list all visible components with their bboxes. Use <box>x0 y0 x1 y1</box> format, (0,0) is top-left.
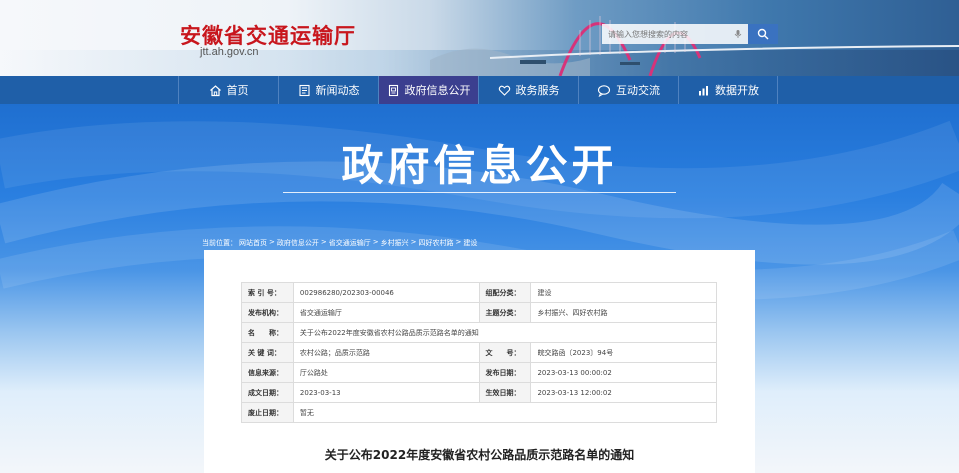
nav-label: 互动交流 <box>616 84 660 97</box>
breadcrumb-item[interactable]: 乡村振兴 <box>381 238 409 248</box>
main-nav: 首页 新闻动态 政府信息公开 政务服务 互动交流 数据开放 <box>0 76 959 104</box>
table-row: 名 称： 关于公布2022年度安徽省农村公路品质示范路名单的通知 <box>241 322 718 343</box>
meta-key: 生效日期： <box>478 382 532 403</box>
table-row: 关 键 词： 农村公路；品质示范路 文 号： 皖交路函〔2023〕94号 <box>241 342 717 363</box>
meta-key: 名 称： <box>241 322 294 343</box>
nav-item-gov-info[interactable]: 政府信息公开 <box>378 76 478 104</box>
breadcrumb-item[interactable]: 省交通运输厅 <box>329 238 371 248</box>
nav-label: 政务服务 <box>515 84 560 97</box>
meta-value: 建设 <box>530 282 717 303</box>
meta-value: 农村公路；品质示范路 <box>292 342 480 363</box>
breadcrumb-prefix: 当前位置： <box>202 239 237 247</box>
breadcrumb-separator: > <box>320 238 327 246</box>
site-url: jtt.ah.gov.cn <box>200 46 259 58</box>
meta-key: 主题分类： <box>478 302 532 323</box>
nav-item-interaction[interactable]: 互动交流 <box>578 76 678 104</box>
breadcrumb-item[interactable]: 网站首页 <box>239 238 267 248</box>
microphone-icon[interactable] <box>730 26 746 42</box>
breadcrumb: 当前位置： 网站首页 > 政府信息公开 > 省交通运输厅 > 乡村振兴 > 四好… <box>202 238 477 248</box>
nav-label: 首页 <box>226 84 249 97</box>
document-meta-table: 索 引 号： 002986280/202303-00046 组配分类： 建设 发… <box>241 282 718 423</box>
meta-key: 文 号： <box>478 342 532 363</box>
meta-key: 组配分类： <box>478 282 532 303</box>
meta-value: 皖交路函〔2023〕94号 <box>530 342 717 363</box>
nav-item-services[interactable]: 政务服务 <box>478 76 578 104</box>
breadcrumb-separator: > <box>455 238 462 246</box>
document-icon <box>388 84 398 96</box>
table-row: 废止日期： 暂无 <box>241 402 718 423</box>
breadcrumb-item[interactable]: 四好农村路 <box>419 238 454 248</box>
nav-item-home[interactable]: 首页 <box>178 76 278 104</box>
site-header: 安徽省交通运输厅 jtt.ah.gov.cn <box>0 0 959 76</box>
nav-item-news[interactable]: 新闻动态 <box>278 76 378 104</box>
nav-label: 新闻动态 <box>315 84 360 97</box>
search-icon <box>757 28 769 40</box>
search-input[interactable] <box>602 24 748 44</box>
meta-key: 发布日期： <box>478 362 532 383</box>
search-bar <box>602 24 778 44</box>
meta-value: 2023-03-13 00:00:02 <box>530 362 717 383</box>
breadcrumb-separator: > <box>410 238 417 246</box>
home-icon <box>209 84 221 96</box>
data-icon <box>699 85 708 95</box>
banner-title: 政府信息公开 <box>341 141 618 190</box>
table-row: 索 引 号： 002986280/202303-00046 组配分类： 建设 <box>241 282 717 303</box>
nav-item-open-data[interactable]: 数据开放 <box>678 76 778 104</box>
meta-key: 索 引 号： <box>241 282 294 303</box>
meta-key: 成文日期： <box>241 382 294 403</box>
document-title: 关于公布2022年度安徽省农村公路品质示范路名单的通知 <box>324 448 635 462</box>
table-row: 发布机构： 省交通运输厅 主题分类： 乡村振兴、四好农村路 <box>241 302 717 323</box>
meta-value: 2023-03-13 12:00:02 <box>530 382 717 403</box>
meta-value: 2023-03-13 <box>292 382 480 403</box>
breadcrumb-item[interactable]: 建设 <box>463 238 477 248</box>
news-icon <box>298 84 310 96</box>
chat-icon <box>597 84 611 97</box>
meta-key: 关 键 词： <box>241 342 294 363</box>
meta-key: 信息来源： <box>241 362 294 383</box>
breadcrumb-item[interactable]: 政府信息公开 <box>277 238 319 248</box>
heart-icon <box>498 85 510 96</box>
meta-value: 002986280/202303-00046 <box>292 282 480 303</box>
meta-value: 厅公路处 <box>292 362 480 383</box>
breadcrumb-separator: > <box>269 238 275 246</box>
meta-value: 暂无 <box>292 402 718 423</box>
table-row: 成文日期： 2023-03-13 生效日期： 2023-03-13 12:00:… <box>241 382 717 403</box>
meta-value: 关于公布2022年度安徽省农村公路品质示范路名单的通知 <box>292 322 718 343</box>
content-panel: 索 引 号： 002986280/202303-00046 组配分类： 建设 发… <box>204 250 755 473</box>
breadcrumb-separator: > <box>372 238 379 246</box>
banner-underline <box>283 192 676 193</box>
meta-key: 废止日期： <box>241 402 294 423</box>
search-button[interactable] <box>748 24 778 44</box>
meta-value: 乡村振兴、四好农村路 <box>530 302 717 323</box>
nav-label: 数据开放 <box>715 84 759 97</box>
table-row: 信息来源： 厅公路处 发布日期： 2023-03-13 00:00:02 <box>241 362 717 383</box>
meta-key: 发布机构： <box>241 302 294 323</box>
nav-label: 政府信息公开 <box>404 84 471 97</box>
meta-value: 省交通运输厅 <box>292 302 480 323</box>
